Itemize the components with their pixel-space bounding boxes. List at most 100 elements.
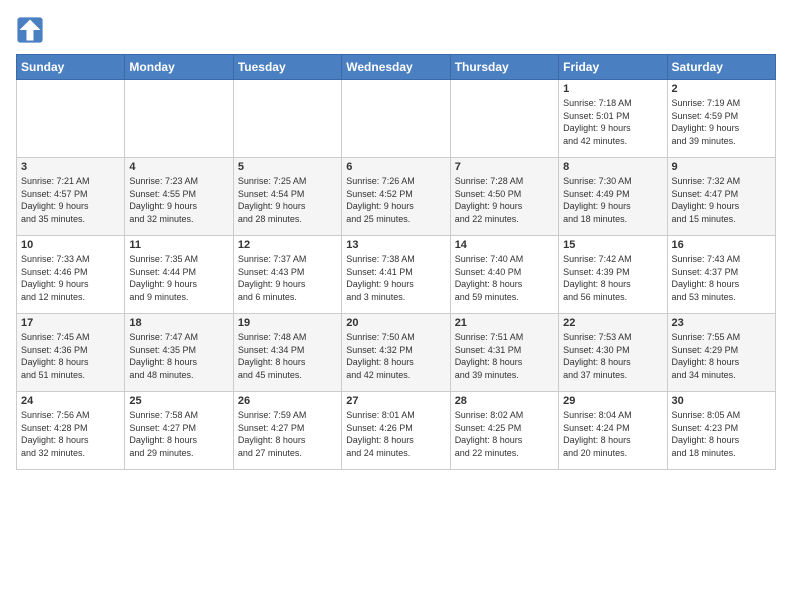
calendar-cell: 27Sunrise: 8:01 AMSunset: 4:26 PMDayligh… [342,392,450,470]
weekday-header: Saturday [667,55,775,80]
calendar-cell: 25Sunrise: 7:58 AMSunset: 4:27 PMDayligh… [125,392,233,470]
day-info: Sunrise: 7:19 AMSunset: 4:59 PMDaylight:… [672,97,771,147]
calendar-cell: 6 Sunrise: 7:26 AMSunset: 4:52 PMDaylight… [342,158,450,236]
calendar-cell: 18 Sunrise: 7:47 AMSunset: 4:35 PMDayligh… [125,314,233,392]
day-info: Sunrise: 7:37 AMSunset: 4:43 PMDaylight:… [238,253,337,303]
day-info: Sunrise: 8:01 AMSunset: 4:26 PMDaylight:… [346,409,445,459]
calendar-cell [233,80,341,158]
page-container: SundayMondayTuesdayWednesdayThursdayFrid… [0,0,792,478]
day-number: 23 [672,317,771,329]
calendar-cell: 26 Sunrise: 7:59 AMSunset: 4:27 PMDayligh… [233,392,341,470]
day-info: Sunrise: 7:47 AMSunset: 4:35 PMDaylight:… [129,331,228,381]
calendar-cell: 4Sunrise: 7:23 AMSunset: 4:55 PMDaylight… [125,158,233,236]
day-number: 1 [563,83,662,95]
calendar-cell: 30 Sunrise: 8:05 AMSunset: 4:23 PMDayligh… [667,392,775,470]
calendar-cell: 15 Sunrise: 7:42 AMSunset: 4:39 PMDayligh… [559,236,667,314]
calendar-cell: 24 Sunrise: 7:56 AMSunset: 4:28 PMDayligh… [17,392,125,470]
calendar-cell: 1 Sunrise: 7:18 AMSunset: 5:01 PMDaylight… [559,80,667,158]
calendar-cell: 28Sunrise: 8:02 AMSunset: 4:25 PMDayligh… [450,392,558,470]
calendar-week-row: 17 Sunrise: 7:45 AMSunset: 4:36 PMDayligh… [17,314,776,392]
logo [16,16,48,44]
day-number: 22 [563,317,662,329]
day-number: 10 [21,239,120,251]
calendar-cell: 10 Sunrise: 7:33 AMSunset: 4:46 PMDayligh… [17,236,125,314]
calendar-cell: 19 Sunrise: 7:48 AMSunset: 4:34 PMDayligh… [233,314,341,392]
day-info: Sunrise: 7:21 AMSunset: 4:57 PMDaylight:… [21,175,120,225]
day-number: 6 [346,161,445,173]
day-info: Sunrise: 7:26 AMSunset: 4:52 PMDaylight:… [346,175,445,225]
day-number: 29 [563,395,662,407]
calendar-header-row: SundayMondayTuesdayWednesdayThursdayFrid… [17,55,776,80]
calendar-cell: 14Sunrise: 7:40 AMSunset: 4:40 PMDayligh… [450,236,558,314]
day-number: 2 [672,83,771,95]
calendar-cell: 29 Sunrise: 8:04 AMSunset: 4:24 PMDayligh… [559,392,667,470]
day-info: Sunrise: 7:18 AMSunset: 5:01 PMDaylight:… [563,97,662,147]
day-info: Sunrise: 7:38 AMSunset: 4:41 PMDaylight:… [346,253,445,303]
day-info: Sunrise: 7:42 AMSunset: 4:39 PMDaylight:… [563,253,662,303]
day-info: Sunrise: 7:55 AMSunset: 4:29 PMDaylight:… [672,331,771,381]
weekday-header: Friday [559,55,667,80]
day-info: Sunrise: 7:43 AMSunset: 4:37 PMDaylight:… [672,253,771,303]
weekday-header: Thursday [450,55,558,80]
day-number: 3 [21,161,120,173]
calendar-week-row: 10 Sunrise: 7:33 AMSunset: 4:46 PMDayligh… [17,236,776,314]
day-info: Sunrise: 7:50 AMSunset: 4:32 PMDaylight:… [346,331,445,381]
weekday-header: Tuesday [233,55,341,80]
day-number: 7 [455,161,554,173]
day-number: 19 [238,317,337,329]
weekday-header: Sunday [17,55,125,80]
day-number: 17 [21,317,120,329]
page-header [16,16,776,44]
calendar-cell: 9 Sunrise: 7:32 AMSunset: 4:47 PMDaylight… [667,158,775,236]
day-number: 11 [129,239,228,251]
calendar-cell [125,80,233,158]
day-info: Sunrise: 8:05 AMSunset: 4:23 PMDaylight:… [672,409,771,459]
day-number: 25 [129,395,228,407]
day-info: Sunrise: 7:48 AMSunset: 4:34 PMDaylight:… [238,331,337,381]
calendar-cell [342,80,450,158]
day-number: 15 [563,239,662,251]
day-number: 16 [672,239,771,251]
calendar-cell: 23 Sunrise: 7:55 AMSunset: 4:29 PMDayligh… [667,314,775,392]
day-info: Sunrise: 7:59 AMSunset: 4:27 PMDaylight:… [238,409,337,459]
calendar-cell: 3 Sunrise: 7:21 AMSunset: 4:57 PMDaylight… [17,158,125,236]
logo-icon [16,16,44,44]
calendar-cell: 16 Sunrise: 7:43 AMSunset: 4:37 PMDayligh… [667,236,775,314]
day-info: Sunrise: 7:32 AMSunset: 4:47 PMDaylight:… [672,175,771,225]
day-info: Sunrise: 7:56 AMSunset: 4:28 PMDaylight:… [21,409,120,459]
calendar-week-row: 1 Sunrise: 7:18 AMSunset: 5:01 PMDaylight… [17,80,776,158]
calendar-cell: 17 Sunrise: 7:45 AMSunset: 4:36 PMDayligh… [17,314,125,392]
day-number: 28 [455,395,554,407]
weekday-header: Wednesday [342,55,450,80]
day-info: Sunrise: 7:30 AMSunset: 4:49 PMDaylight:… [563,175,662,225]
weekday-header: Monday [125,55,233,80]
calendar-cell: 5 Sunrise: 7:25 AMSunset: 4:54 PMDaylight… [233,158,341,236]
day-info: Sunrise: 7:25 AMSunset: 4:54 PMDaylight:… [238,175,337,225]
calendar-cell: 12 Sunrise: 7:37 AMSunset: 4:43 PMDayligh… [233,236,341,314]
calendar-cell: 7Sunrise: 7:28 AMSunset: 4:50 PMDaylight… [450,158,558,236]
day-number: 12 [238,239,337,251]
day-number: 5 [238,161,337,173]
calendar-cell: 2 Sunrise: 7:19 AMSunset: 4:59 PMDaylight… [667,80,775,158]
day-number: 20 [346,317,445,329]
day-info: Sunrise: 7:40 AMSunset: 4:40 PMDaylight:… [455,253,554,303]
calendar-cell [450,80,558,158]
day-number: 13 [346,239,445,251]
day-info: Sunrise: 7:35 AMSunset: 4:44 PMDaylight:… [129,253,228,303]
day-number: 30 [672,395,771,407]
calendar-cell: 22Sunrise: 7:53 AMSunset: 4:30 PMDayligh… [559,314,667,392]
day-number: 9 [672,161,771,173]
day-info: Sunrise: 7:33 AMSunset: 4:46 PMDaylight:… [21,253,120,303]
calendar-cell: 11 Sunrise: 7:35 AMSunset: 4:44 PMDayligh… [125,236,233,314]
calendar-cell: 13 Sunrise: 7:38 AMSunset: 4:41 PMDayligh… [342,236,450,314]
calendar-cell: 21Sunrise: 7:51 AMSunset: 4:31 PMDayligh… [450,314,558,392]
day-number: 26 [238,395,337,407]
day-number: 24 [21,395,120,407]
day-info: Sunrise: 7:45 AMSunset: 4:36 PMDaylight:… [21,331,120,381]
day-number: 18 [129,317,228,329]
calendar-week-row: 3 Sunrise: 7:21 AMSunset: 4:57 PMDaylight… [17,158,776,236]
calendar-cell: 20 Sunrise: 7:50 AMSunset: 4:32 PMDayligh… [342,314,450,392]
day-info: Sunrise: 8:04 AMSunset: 4:24 PMDaylight:… [563,409,662,459]
calendar-table: SundayMondayTuesdayWednesdayThursdayFrid… [16,54,776,470]
day-number: 21 [455,317,554,329]
